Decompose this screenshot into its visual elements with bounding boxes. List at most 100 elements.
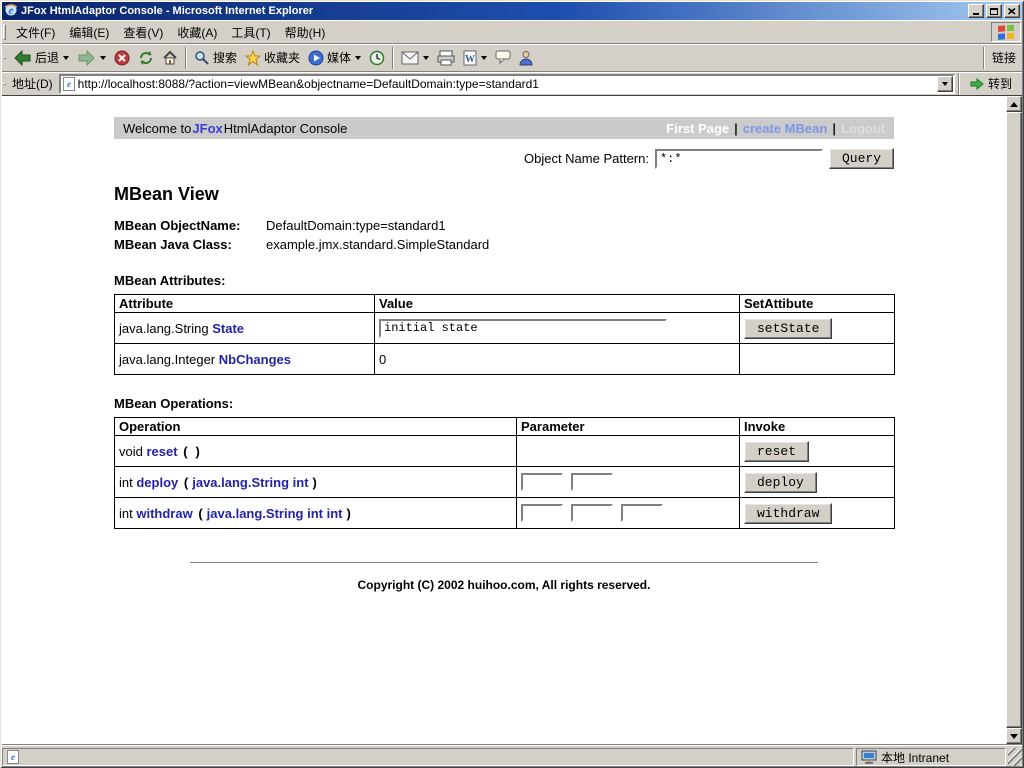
forward-button[interactable] [73, 46, 110, 70]
go-label: 转到 [987, 77, 1012, 91]
search-button[interactable]: 搜索 [190, 46, 241, 70]
attribute-type: java.lang.String [119, 320, 209, 336]
param-input[interactable] [621, 504, 663, 522]
menu-file[interactable]: 文件(F) [9, 21, 62, 43]
scroll-down-button[interactable] [1006, 728, 1022, 744]
stop-icon [114, 50, 130, 65]
discuss-bubble-icon [495, 50, 511, 65]
console-header-bar: Welcome to JFox HtmlAdaptor Console Firs… [114, 117, 894, 139]
menu-help[interactable]: 帮助(H) [278, 21, 333, 43]
table-row: void reset () reset [114, 435, 895, 467]
ie-app-icon: e [4, 3, 18, 20]
edit-dropdown-icon [481, 55, 488, 60]
first-page-link[interactable]: First Page [666, 121, 729, 136]
print-button[interactable] [433, 46, 459, 70]
menu-view[interactable]: 查看(V) [116, 21, 170, 43]
web-page: Welcome to JFox HtmlAdaptor Console Firs… [2, 96, 1006, 744]
close-button[interactable] [1004, 4, 1020, 18]
menu-tools[interactable]: 工具(T) [224, 21, 277, 43]
param-input[interactable] [521, 504, 563, 522]
mail-button[interactable] [397, 46, 433, 70]
address-input[interactable] [77, 76, 934, 91]
menu-grip-handle[interactable] [3, 24, 6, 40]
favorites-label: 收藏夹 [264, 51, 301, 65]
scroll-down-icon [1010, 733, 1018, 739]
stop-button[interactable] [110, 46, 134, 70]
op-signature: () [183, 443, 200, 459]
scrollbar-thumb[interactable] [1006, 112, 1022, 728]
invoke-column-header: Invoke [739, 417, 895, 436]
favorites-button[interactable]: 收藏夹 [241, 46, 304, 70]
minimize-button[interactable] [968, 4, 984, 18]
setstate-button[interactable]: setState [744, 317, 833, 339]
edit-word-button[interactable]: W [459, 46, 491, 70]
status-main-panel: e [2, 748, 854, 766]
refresh-button[interactable] [134, 46, 158, 70]
address-field[interactable]: e [58, 73, 955, 94]
state-value-input[interactable] [379, 318, 667, 338]
menu-edit[interactable]: 编辑(E) [62, 21, 116, 43]
intranet-monitor-icon [861, 750, 877, 764]
page-ie-icon: e [62, 76, 75, 91]
addressbar-grip-handle[interactable] [3, 82, 6, 85]
mbean-objectname-label: MBean ObjectName: [114, 218, 241, 233]
deploy-invoke-button[interactable]: deploy [744, 471, 817, 493]
history-button[interactable] [365, 46, 389, 70]
address-label: 地址(D) [12, 77, 53, 91]
table-row: java.lang.Integer NbChanges 0 [114, 343, 895, 375]
param-input[interactable] [521, 473, 563, 491]
security-zone-panel: 本地 Intranet [856, 748, 1006, 766]
discuss-button[interactable] [491, 46, 515, 70]
object-name-pattern-input[interactable] [654, 148, 823, 169]
op-signature: (java.lang.String int int) [198, 505, 351, 521]
toolbar-separator [982, 46, 985, 69]
maximize-button[interactable] [986, 4, 1002, 18]
param-input[interactable] [571, 473, 613, 491]
operation-withdraw-link[interactable]: withdraw [136, 506, 192, 521]
query-button[interactable]: Query [828, 148, 894, 169]
operations-table: Operation Parameter Invoke void reset ()… [114, 417, 895, 529]
copyright-text: Copyright (C) 2002 huihoo.com, All right… [357, 578, 651, 592]
withdraw-invoke-button[interactable]: withdraw [744, 502, 833, 524]
windows-flag-logo-icon [991, 22, 1021, 42]
create-mbean-link[interactable]: create MBean [743, 121, 828, 136]
nbchanges-value: 0 [379, 351, 387, 367]
op-return-type: int [119, 474, 133, 490]
vertical-scrollbar[interactable] [1006, 96, 1022, 744]
param-input[interactable] [571, 504, 613, 522]
operation-deploy-link[interactable]: deploy [136, 475, 178, 490]
go-button[interactable]: 转到 [963, 73, 1019, 95]
home-button[interactable] [158, 46, 182, 70]
operation-reset-link[interactable]: reset [146, 444, 177, 459]
menu-bar: 文件(F) 编辑(E) 查看(V) 收藏(A) 工具(T) 帮助(H) [2, 20, 1022, 43]
messenger-button[interactable] [515, 46, 537, 70]
maximize-icon [990, 7, 998, 15]
reset-invoke-button[interactable]: reset [744, 440, 810, 462]
toolbar: 后退 搜索 收藏夹 媒体 W 链接 [2, 43, 1022, 71]
mail-dropdown-icon [423, 55, 430, 60]
logout-link[interactable]: Logout [841, 121, 885, 136]
menu-favorites[interactable]: 收藏(A) [170, 21, 224, 43]
home-icon [163, 50, 177, 64]
address-dropdown-button[interactable] [936, 75, 953, 92]
scroll-up-button[interactable] [1006, 96, 1022, 112]
forward-arrow-icon [78, 49, 95, 66]
addressbar-separator [957, 72, 960, 95]
attribute-nbchanges-link[interactable]: NbChanges [219, 352, 291, 367]
word-edit-icon: W [463, 50, 477, 65]
window-resize-grip[interactable] [1008, 748, 1022, 766]
attribute-state-link[interactable]: State [212, 321, 244, 336]
links-bar[interactable]: 链接 [988, 46, 1020, 70]
messenger-person-icon [519, 50, 533, 65]
minimize-icon [973, 13, 979, 15]
back-button[interactable]: 后退 [9, 46, 73, 70]
titlebar[interactable]: e JFox HtmlAdaptor Console - Microsoft I… [2, 2, 1022, 20]
back-label: 后退 [35, 51, 60, 65]
security-zone-label: 本地 Intranet [881, 750, 950, 765]
object-name-pattern-row: Object Name Pattern: Query [114, 148, 894, 169]
status-bar: e 本地 Intranet [2, 744, 1022, 766]
media-button[interactable]: 媒体 [304, 46, 365, 70]
media-label: 媒体 [327, 51, 352, 65]
attributes-section-title: MBean Attributes: [114, 273, 226, 288]
toolbar-grip-handle[interactable] [3, 56, 6, 59]
